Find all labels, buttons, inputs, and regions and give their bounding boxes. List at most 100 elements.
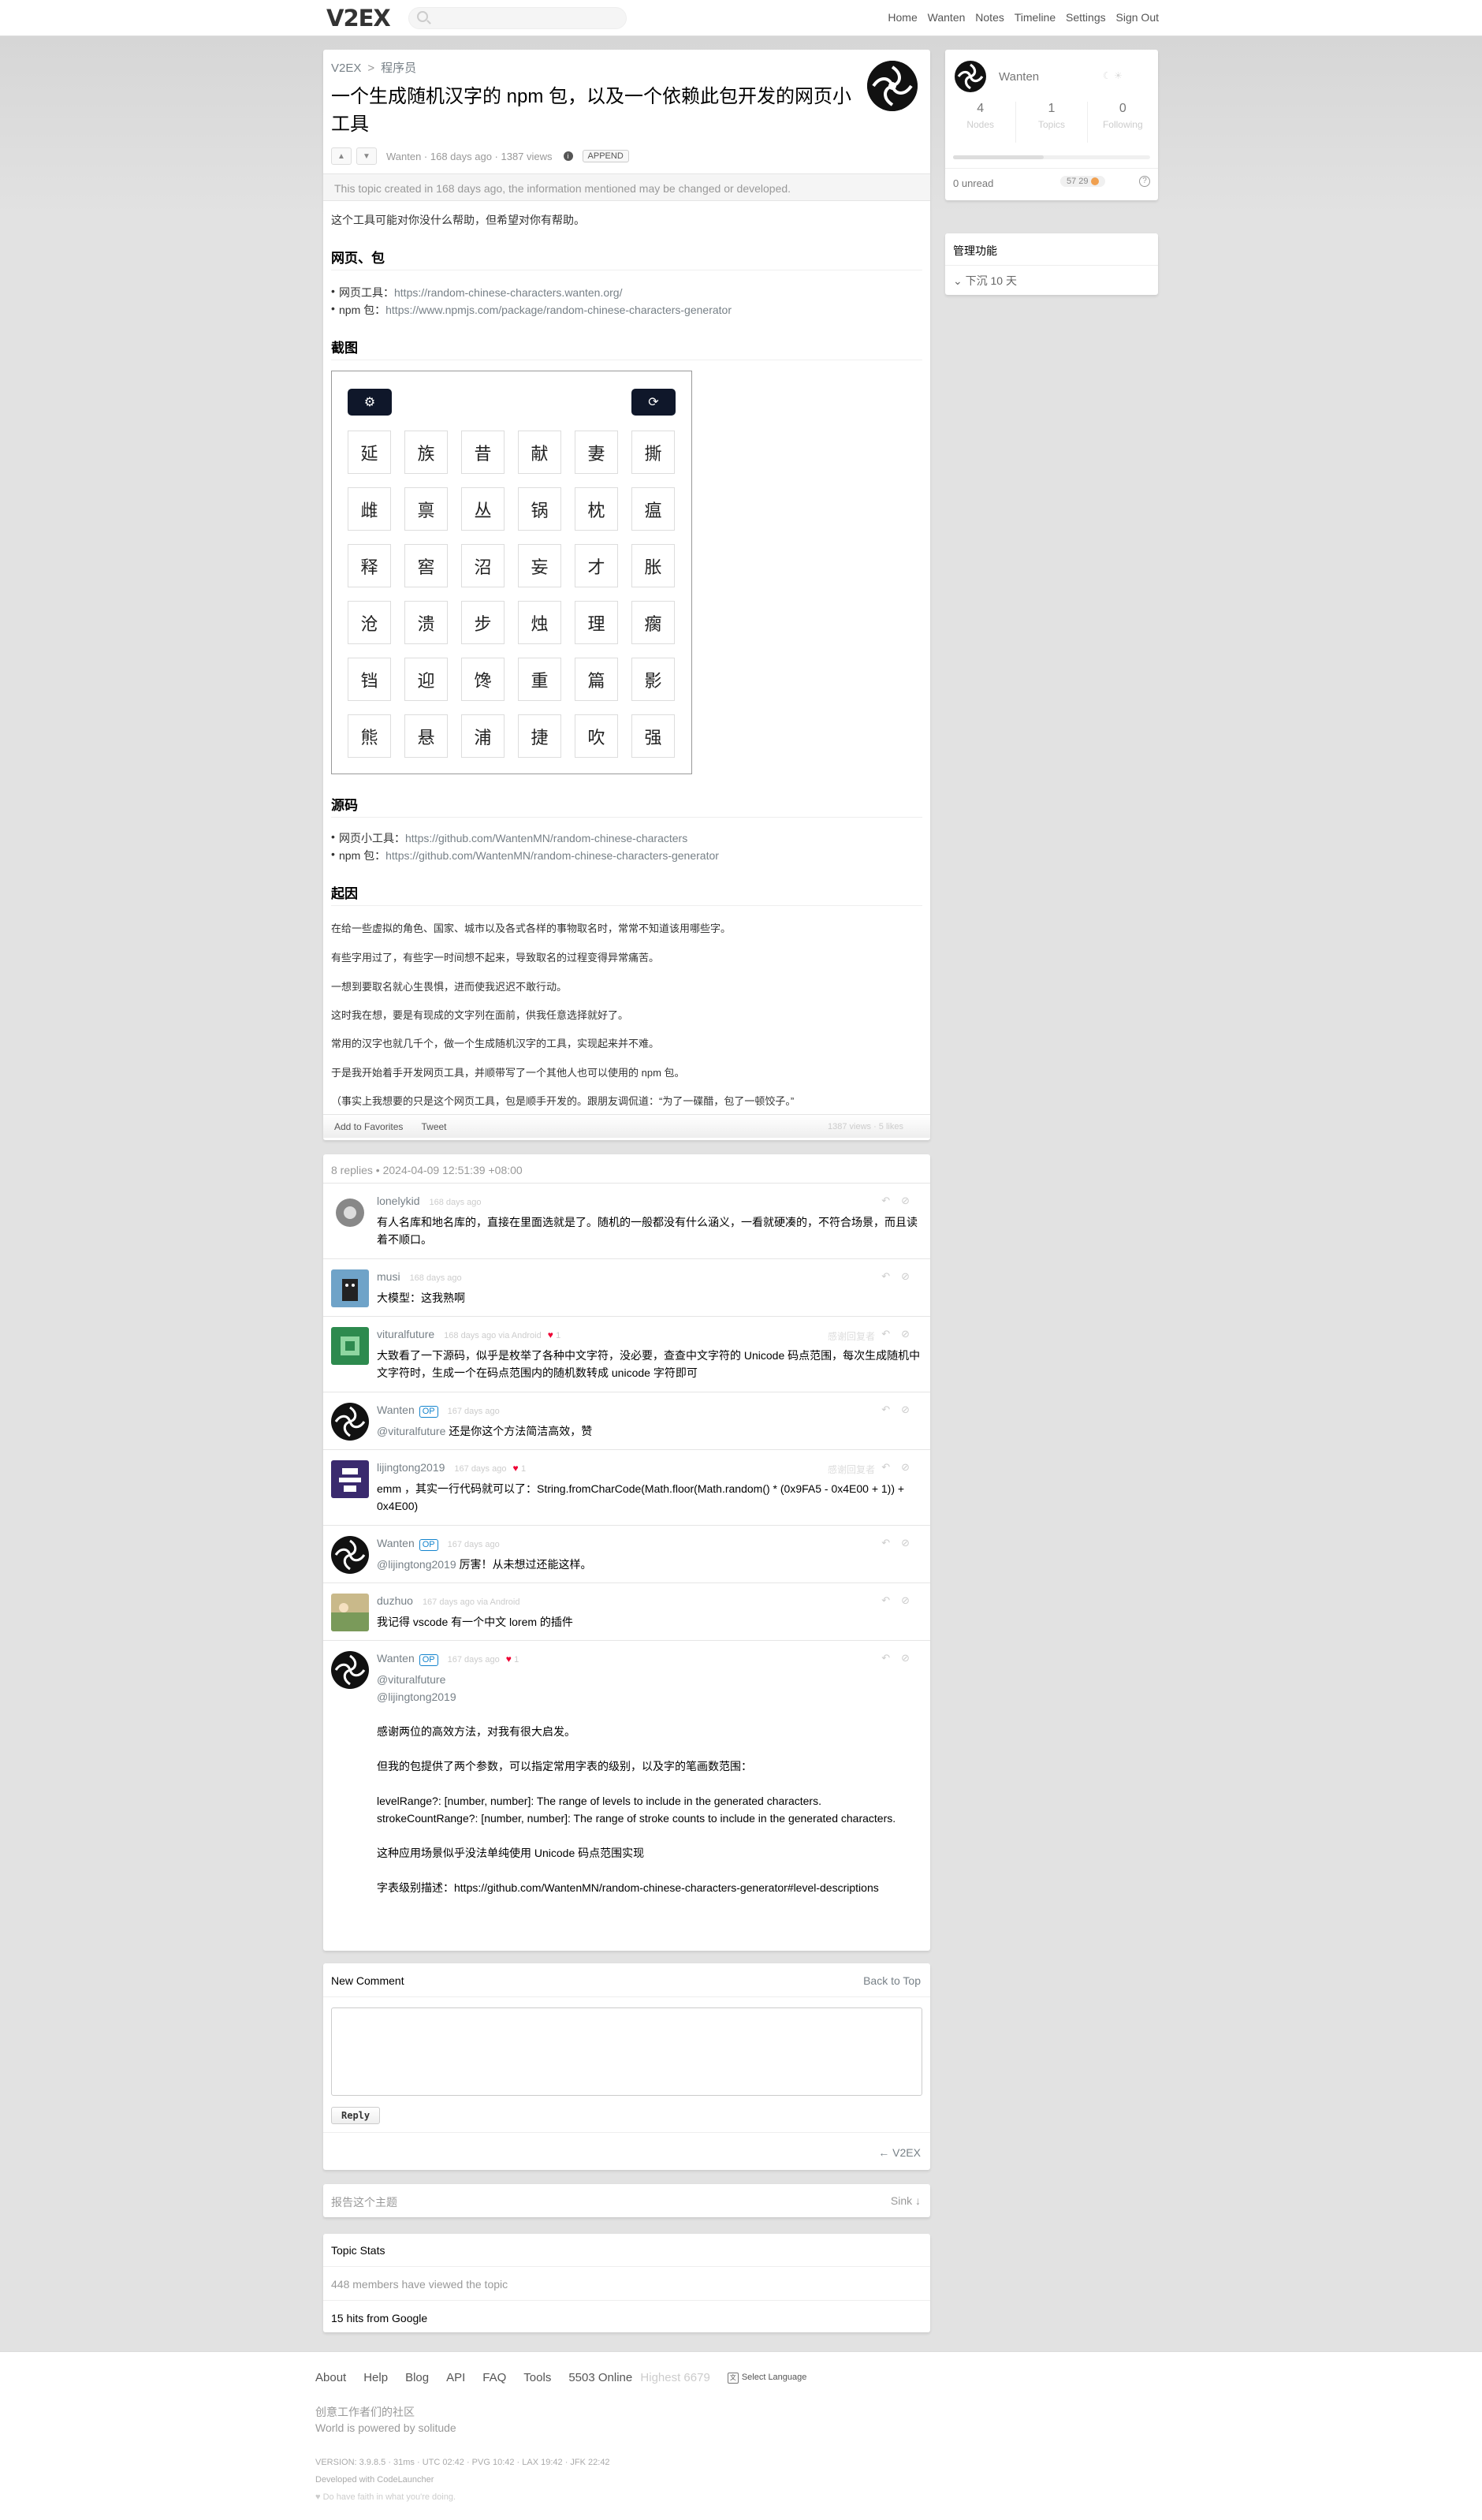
- back-to-top-link[interactable]: Back to Top: [863, 1974, 921, 1987]
- reply-avatar[interactable]: [331, 1536, 369, 1574]
- v2ex-logo[interactable]: V2EX: [326, 5, 391, 32]
- ignore-icon[interactable]: ⊘: [901, 1270, 921, 1282]
- mention-link[interactable]: @lijingtong2019: [377, 1558, 456, 1571]
- comment-textarea[interactable]: [331, 2007, 922, 2096]
- ignore-icon[interactable]: ⊘: [901, 1195, 921, 1206]
- reply-author-link[interactable]: lonelykid: [377, 1195, 419, 1207]
- reply-icon[interactable]: ↶: [881, 1195, 901, 1206]
- nav-timeline[interactable]: Timeline: [1015, 11, 1056, 24]
- src-npm-url[interactable]: https://github.com/WantenMN/random-chine…: [385, 849, 719, 862]
- upvote-button[interactable]: ▲: [331, 147, 352, 165]
- sink-10days[interactable]: ⌄ 下沉 10 天: [953, 273, 1017, 289]
- info-icon[interactable]: i: [563, 151, 573, 161]
- reply-button[interactable]: Reply: [331, 2107, 381, 2124]
- char-cell: 昔: [461, 431, 505, 474]
- nav-signout[interactable]: Sign Out: [1116, 11, 1159, 24]
- ignore-icon[interactable]: ⊘: [901, 1537, 921, 1549]
- home-link[interactable]: ← V2EX: [878, 2146, 921, 2159]
- nav-user[interactable]: Wanten: [928, 11, 966, 24]
- coin-balance[interactable]: 57 29: [1060, 176, 1105, 187]
- reply-author-link[interactable]: musi: [377, 1270, 400, 1283]
- reply-line: [377, 1740, 921, 1758]
- reply-time: 167 days ago via Android: [422, 1597, 520, 1607]
- char-cell: 浦: [461, 714, 505, 758]
- reply-author-link[interactable]: lijingtong2019: [377, 1461, 445, 1474]
- reply-avatar[interactable]: [331, 1403, 369, 1441]
- reply-time: 167 days ago: [454, 1464, 507, 1474]
- footer-about[interactable]: About: [315, 2371, 346, 2384]
- link-npm-url[interactable]: https://www.npmjs.com/package/random-chi…: [385, 304, 732, 316]
- report-link[interactable]: 报告这个主题: [331, 2194, 397, 2210]
- favorite-link[interactable]: Add to Favorites: [334, 1121, 403, 1132]
- reply-avatar[interactable]: [331, 1651, 369, 1689]
- user-name[interactable]: Wanten: [999, 70, 1039, 84]
- language-select[interactable]: 文 Select Language: [727, 2372, 806, 2384]
- topic-stats-box: Topic Stats 448 members have viewed the …: [323, 2234, 930, 2332]
- crumb-home[interactable]: V2EX: [331, 62, 361, 75]
- vote-row: ▲ ▼ Wanten · 168 days ago · 1387 views i…: [331, 147, 629, 165]
- ignore-icon[interactable]: ⊘: [901, 1652, 921, 1664]
- op-badge: OP: [419, 1406, 438, 1418]
- footer-tools[interactable]: Tools: [523, 2371, 551, 2384]
- replies-header: 8 replies • 2024-04-09 12:51:39 +08:00: [331, 1164, 523, 1176]
- reply-icon[interactable]: ↶: [881, 1594, 901, 1606]
- thank-link[interactable]: 感谢回复者: [828, 1329, 875, 1343]
- char-cell: 迎: [404, 658, 448, 701]
- char-cell: 禀: [404, 487, 448, 531]
- tweet-link[interactable]: Tweet: [422, 1121, 447, 1132]
- nav-home[interactable]: Home: [888, 11, 917, 24]
- reply-avatar[interactable]: [331, 1460, 369, 1498]
- reply-item: vituralfuture 168 days ago via Android ♥ 1…: [323, 1316, 930, 1392]
- reply-icon[interactable]: ↶: [881, 1270, 901, 1282]
- footer-faq[interactable]: FAQ: [482, 2371, 506, 2384]
- link-web-url[interactable]: https://random-chinese-characters.wanten…: [394, 286, 622, 299]
- reply-line: @vituralfuture: [377, 1673, 446, 1686]
- src-web-url[interactable]: https://github.com/WantenMN/random-chine…: [405, 832, 687, 844]
- report-box: 报告这个主题 Sink ↓: [323, 2184, 930, 2217]
- char-cell: 瘸: [631, 601, 675, 644]
- mention-link[interactable]: @vituralfuture: [377, 1425, 445, 1437]
- reply-author-link[interactable]: vituralfuture: [377, 1328, 434, 1340]
- reply-line: 字表级别描述：https://github.com/WantenMN/rando…: [377, 1881, 879, 1894]
- thank-link[interactable]: 感谢回复者: [828, 1463, 875, 1476]
- ignore-icon[interactable]: ⊘: [901, 1594, 921, 1606]
- stat-nodes[interactable]: 4 Nodes: [945, 102, 1017, 143]
- footer-blog[interactable]: Blog: [405, 2371, 429, 2384]
- sink-link[interactable]: Sink ↓: [891, 2194, 921, 2207]
- ignore-icon[interactable]: ⊘: [901, 1328, 921, 1340]
- reply-author-link[interactable]: Wanten: [377, 1404, 415, 1416]
- reply-time: 168 days ago: [409, 1273, 462, 1283]
- user-avatar[interactable]: [955, 61, 986, 92]
- append-button[interactable]: APPEND: [582, 150, 629, 162]
- nav-notes[interactable]: Notes: [975, 11, 1004, 24]
- reply-icon[interactable]: ↶: [881, 1328, 901, 1340]
- downvote-button[interactable]: ▼: [356, 147, 377, 165]
- user-panel: Wanten ☾ ☀ 4 Nodes 1 Topics 0 Following 0 u…: [945, 50, 1158, 200]
- reply-avatar[interactable]: [331, 1194, 369, 1232]
- search-input[interactable]: [408, 7, 627, 29]
- nav-settings[interactable]: Settings: [1066, 11, 1106, 24]
- reply-avatar[interactable]: [331, 1327, 369, 1365]
- reply-avatar[interactable]: [331, 1594, 369, 1631]
- ignore-icon[interactable]: ⊘: [901, 1404, 921, 1415]
- screenshot-image[interactable]: ⚙ ⟳ 延族昔献妻撕雌禀丛锅枕瘟释窖沼妄才胀沧溃步烛理瘸铛迎馋重篇影熊悬浦捷吹强: [331, 371, 692, 774]
- display-mode-icon[interactable]: ☾ ☀: [1103, 70, 1123, 81]
- stat-following[interactable]: 0 Following: [1088, 102, 1158, 143]
- unread-link[interactable]: 0 unread: [953, 177, 993, 189]
- reply-author-link[interactable]: duzhuo: [377, 1594, 413, 1607]
- ignore-icon[interactable]: ⊘: [901, 1461, 921, 1473]
- reply-icon[interactable]: ↶: [881, 1537, 901, 1549]
- reply-avatar[interactable]: [331, 1269, 369, 1307]
- crumb-node[interactable]: 程序员: [381, 62, 416, 75]
- reply-icon[interactable]: ↶: [881, 1404, 901, 1415]
- help-icon[interactable]: ?: [1139, 176, 1150, 187]
- author-avatar[interactable]: [867, 61, 918, 111]
- reply-icon[interactable]: ↶: [881, 1652, 901, 1664]
- reply-author-link[interactable]: Wanten: [377, 1537, 415, 1549]
- topic-footer: Add to Favorites Tweet 1387 views · 5 li…: [323, 1114, 930, 1138]
- reply-author-link[interactable]: Wanten: [377, 1652, 415, 1664]
- reply-icon[interactable]: ↶: [881, 1461, 901, 1473]
- footer-api[interactable]: API: [446, 2371, 465, 2384]
- footer-help[interactable]: Help: [363, 2371, 388, 2384]
- stat-topics[interactable]: 1 Topics: [1016, 102, 1088, 143]
